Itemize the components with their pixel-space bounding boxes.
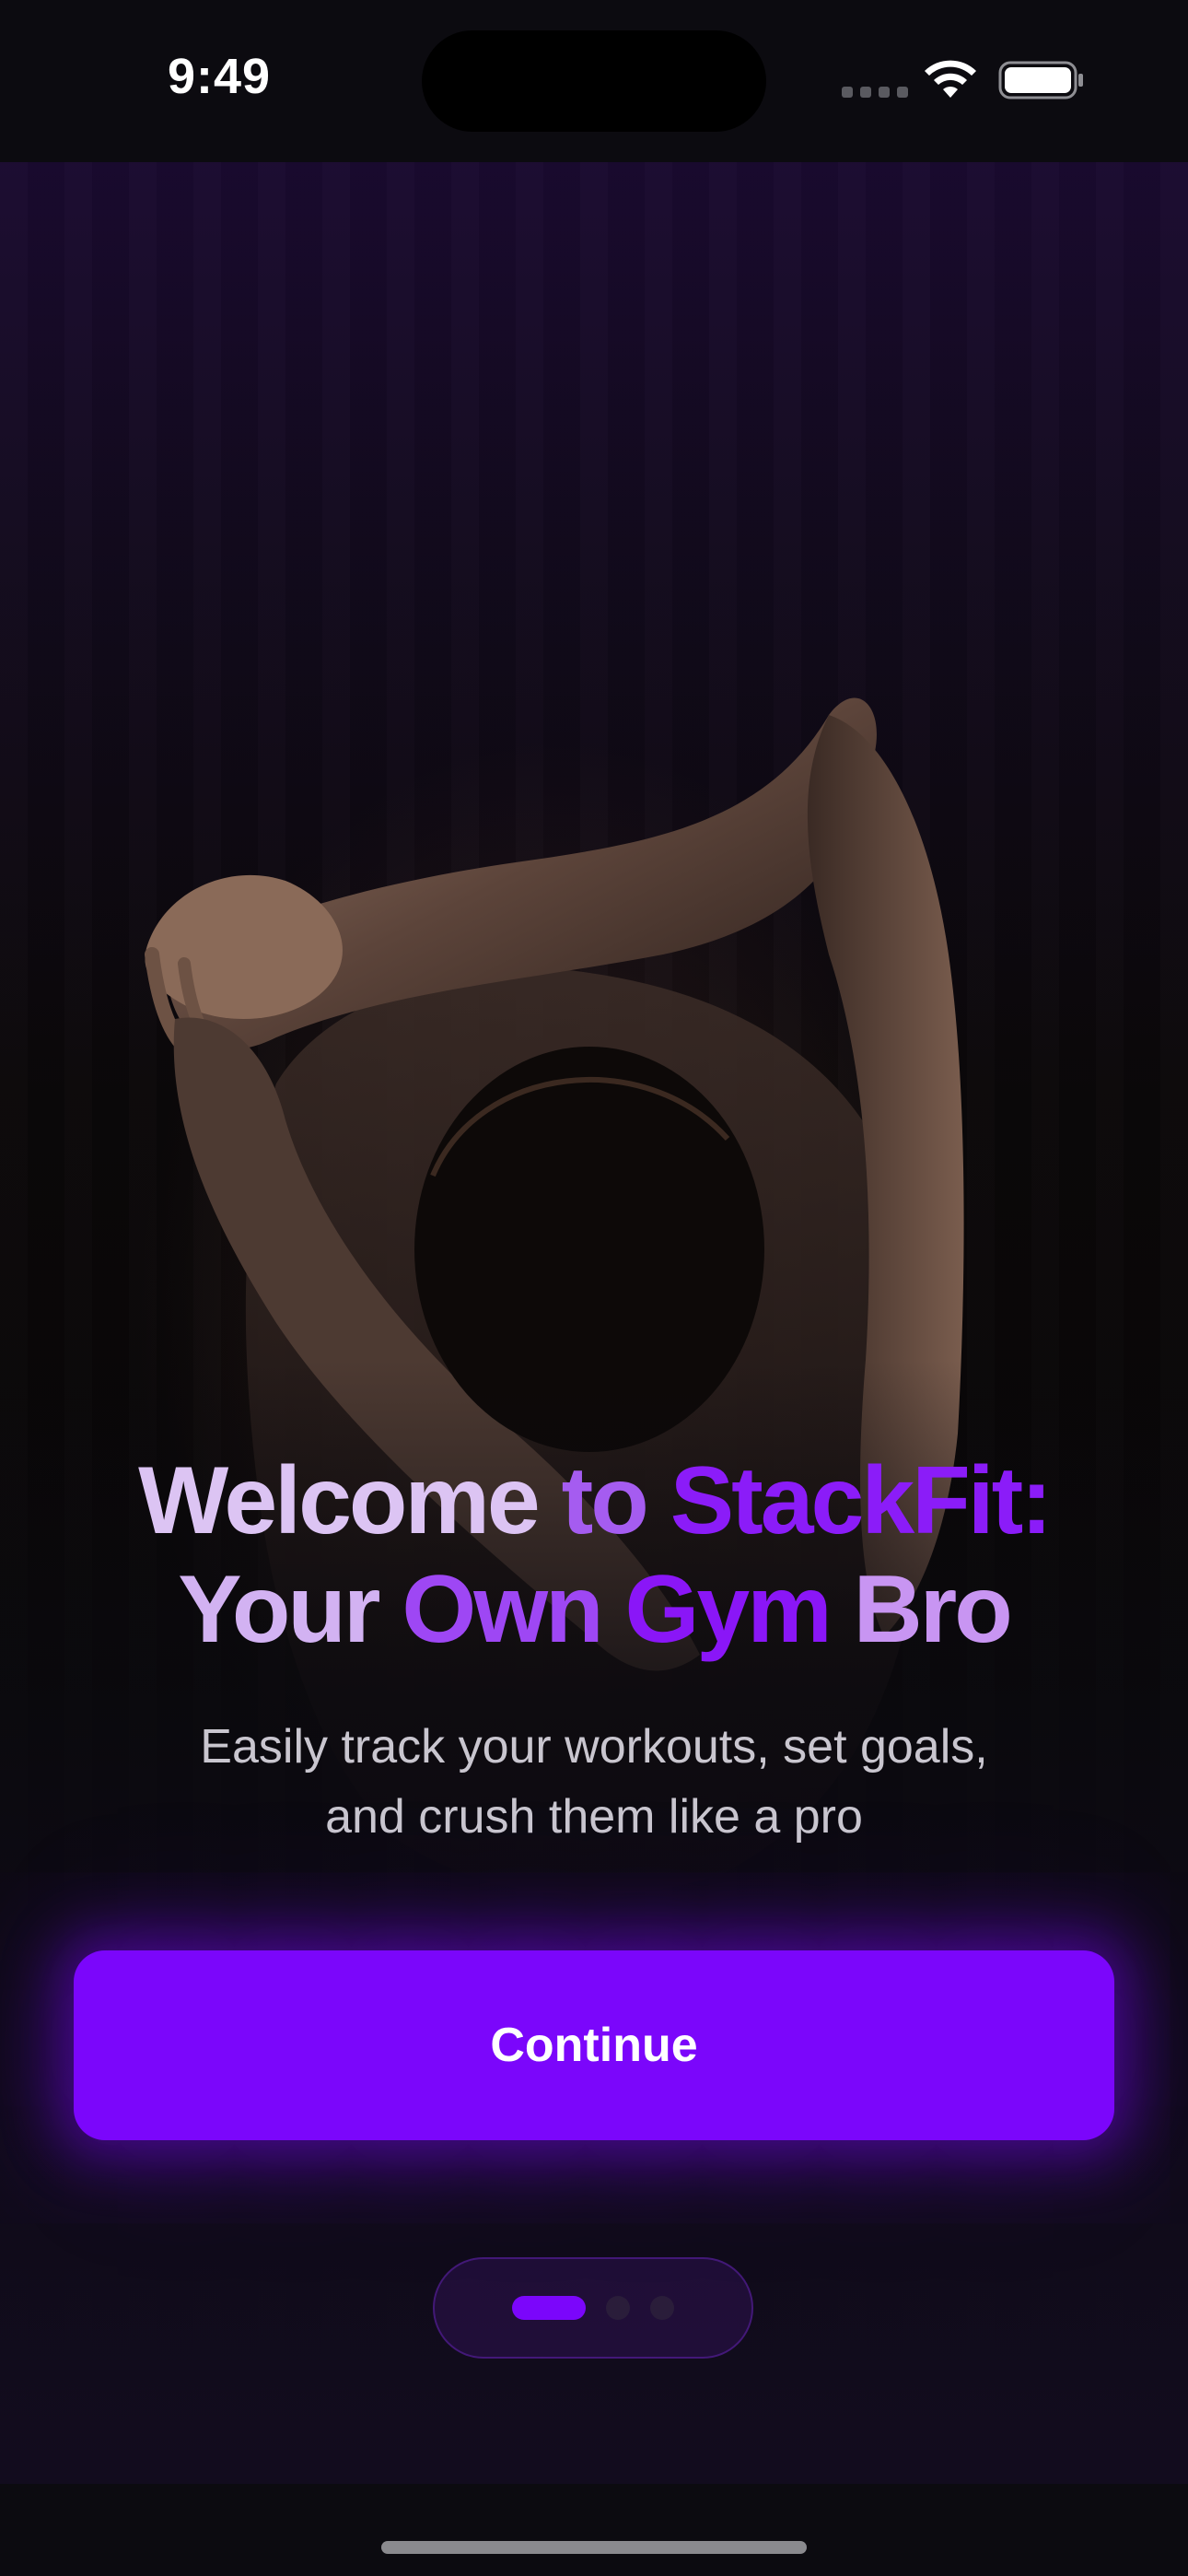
page-dot[interactable] [650,2296,674,2320]
subtitle-line-2: and crush them like a pro [325,1790,863,1844]
page-indicator[interactable] [433,2257,753,2359]
page-dot-active[interactable] [512,2296,586,2320]
home-indicator[interactable] [381,2541,807,2554]
battery-icon [998,61,1083,100]
headline-line-2: Your Own Gym Bro [178,1556,1013,1663]
headline-line-1: Welcome to StackFit: [138,1447,1053,1554]
cellular-signal-icon [842,87,908,98]
dynamic-island [422,30,766,132]
welcome-headline: Welcome to StackFit: Your Own Gym Bro [0,1446,1188,1664]
status-bar: 9:49 [0,0,1188,162]
onboarding-screen: 9:49 Welcome to StackFit: Your Own Gym B… [0,0,1188,2576]
status-time: 9:49 [168,49,272,104]
page-dot[interactable] [606,2296,630,2320]
onboarding-subtitle: Easily track your workouts, set goals, a… [0,1712,1188,1852]
wifi-icon [925,60,976,98]
subtitle-line-1: Easily track your workouts, set goals, [200,1720,988,1774]
bottom-bar [0,2484,1188,2576]
continue-button[interactable]: Continue [74,1950,1114,2140]
